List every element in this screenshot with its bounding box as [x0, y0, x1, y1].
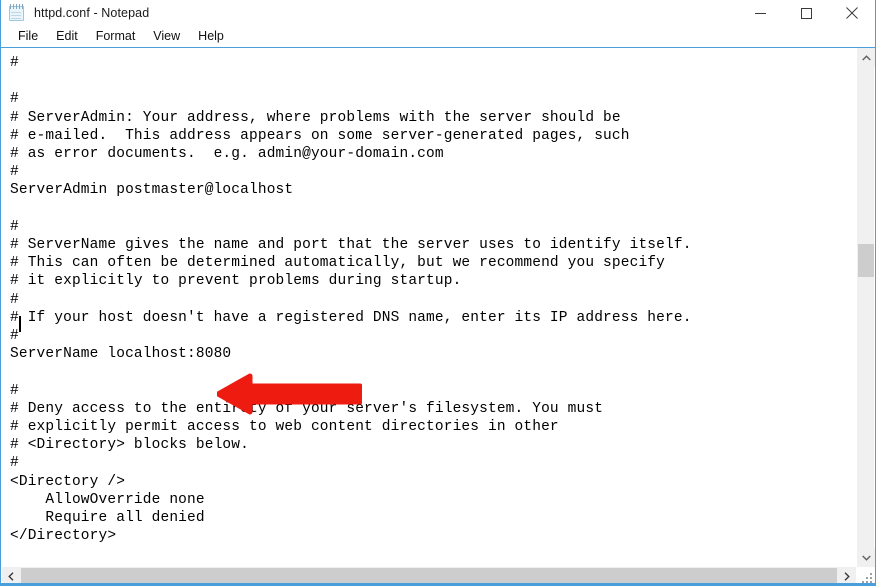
maximize-icon	[800, 7, 812, 19]
vertical-scrollbar-thumb[interactable]	[858, 244, 874, 277]
title-bar[interactable]: httpd.conf - Notepad	[1, 0, 875, 26]
close-icon	[846, 7, 858, 19]
window-controls	[737, 0, 875, 26]
menu-bar: File Edit Format View Help	[1, 26, 875, 47]
menu-item-help[interactable]: Help	[189, 28, 233, 45]
text-editor[interactable]: # # # ServerAdmin: Your address, where p…	[2, 48, 856, 567]
chevron-down-icon	[861, 555, 871, 561]
menu-item-view[interactable]: View	[144, 28, 189, 45]
file-content: # # # ServerAdmin: Your address, where p…	[10, 55, 692, 545]
horizontal-scrollbar-thumb[interactable]	[21, 568, 837, 584]
scroll-down-button[interactable]	[857, 548, 875, 567]
editor-region: # # # ServerAdmin: Your address, where p…	[1, 47, 875, 585]
notepad-icon	[8, 4, 26, 22]
maximize-button[interactable]	[783, 0, 829, 26]
menu-item-edit[interactable]: Edit	[47, 28, 87, 45]
menu-item-file[interactable]: File	[9, 28, 47, 45]
text-caret	[19, 316, 21, 332]
minimize-icon	[754, 12, 766, 14]
notepad-window: httpd.conf - Notepad File Edit Format Vi…	[0, 0, 876, 586]
menu-item-format[interactable]: Format	[87, 28, 145, 45]
window-title: httpd.conf - Notepad	[34, 6, 150, 20]
chevron-right-icon	[844, 571, 850, 581]
minimize-button[interactable]	[737, 0, 783, 26]
chevron-up-icon	[861, 54, 871, 60]
chevron-left-icon	[8, 571, 14, 581]
scroll-up-button[interactable]	[857, 48, 875, 67]
close-button[interactable]	[829, 0, 875, 26]
vertical-scrollbar[interactable]	[856, 48, 875, 567]
